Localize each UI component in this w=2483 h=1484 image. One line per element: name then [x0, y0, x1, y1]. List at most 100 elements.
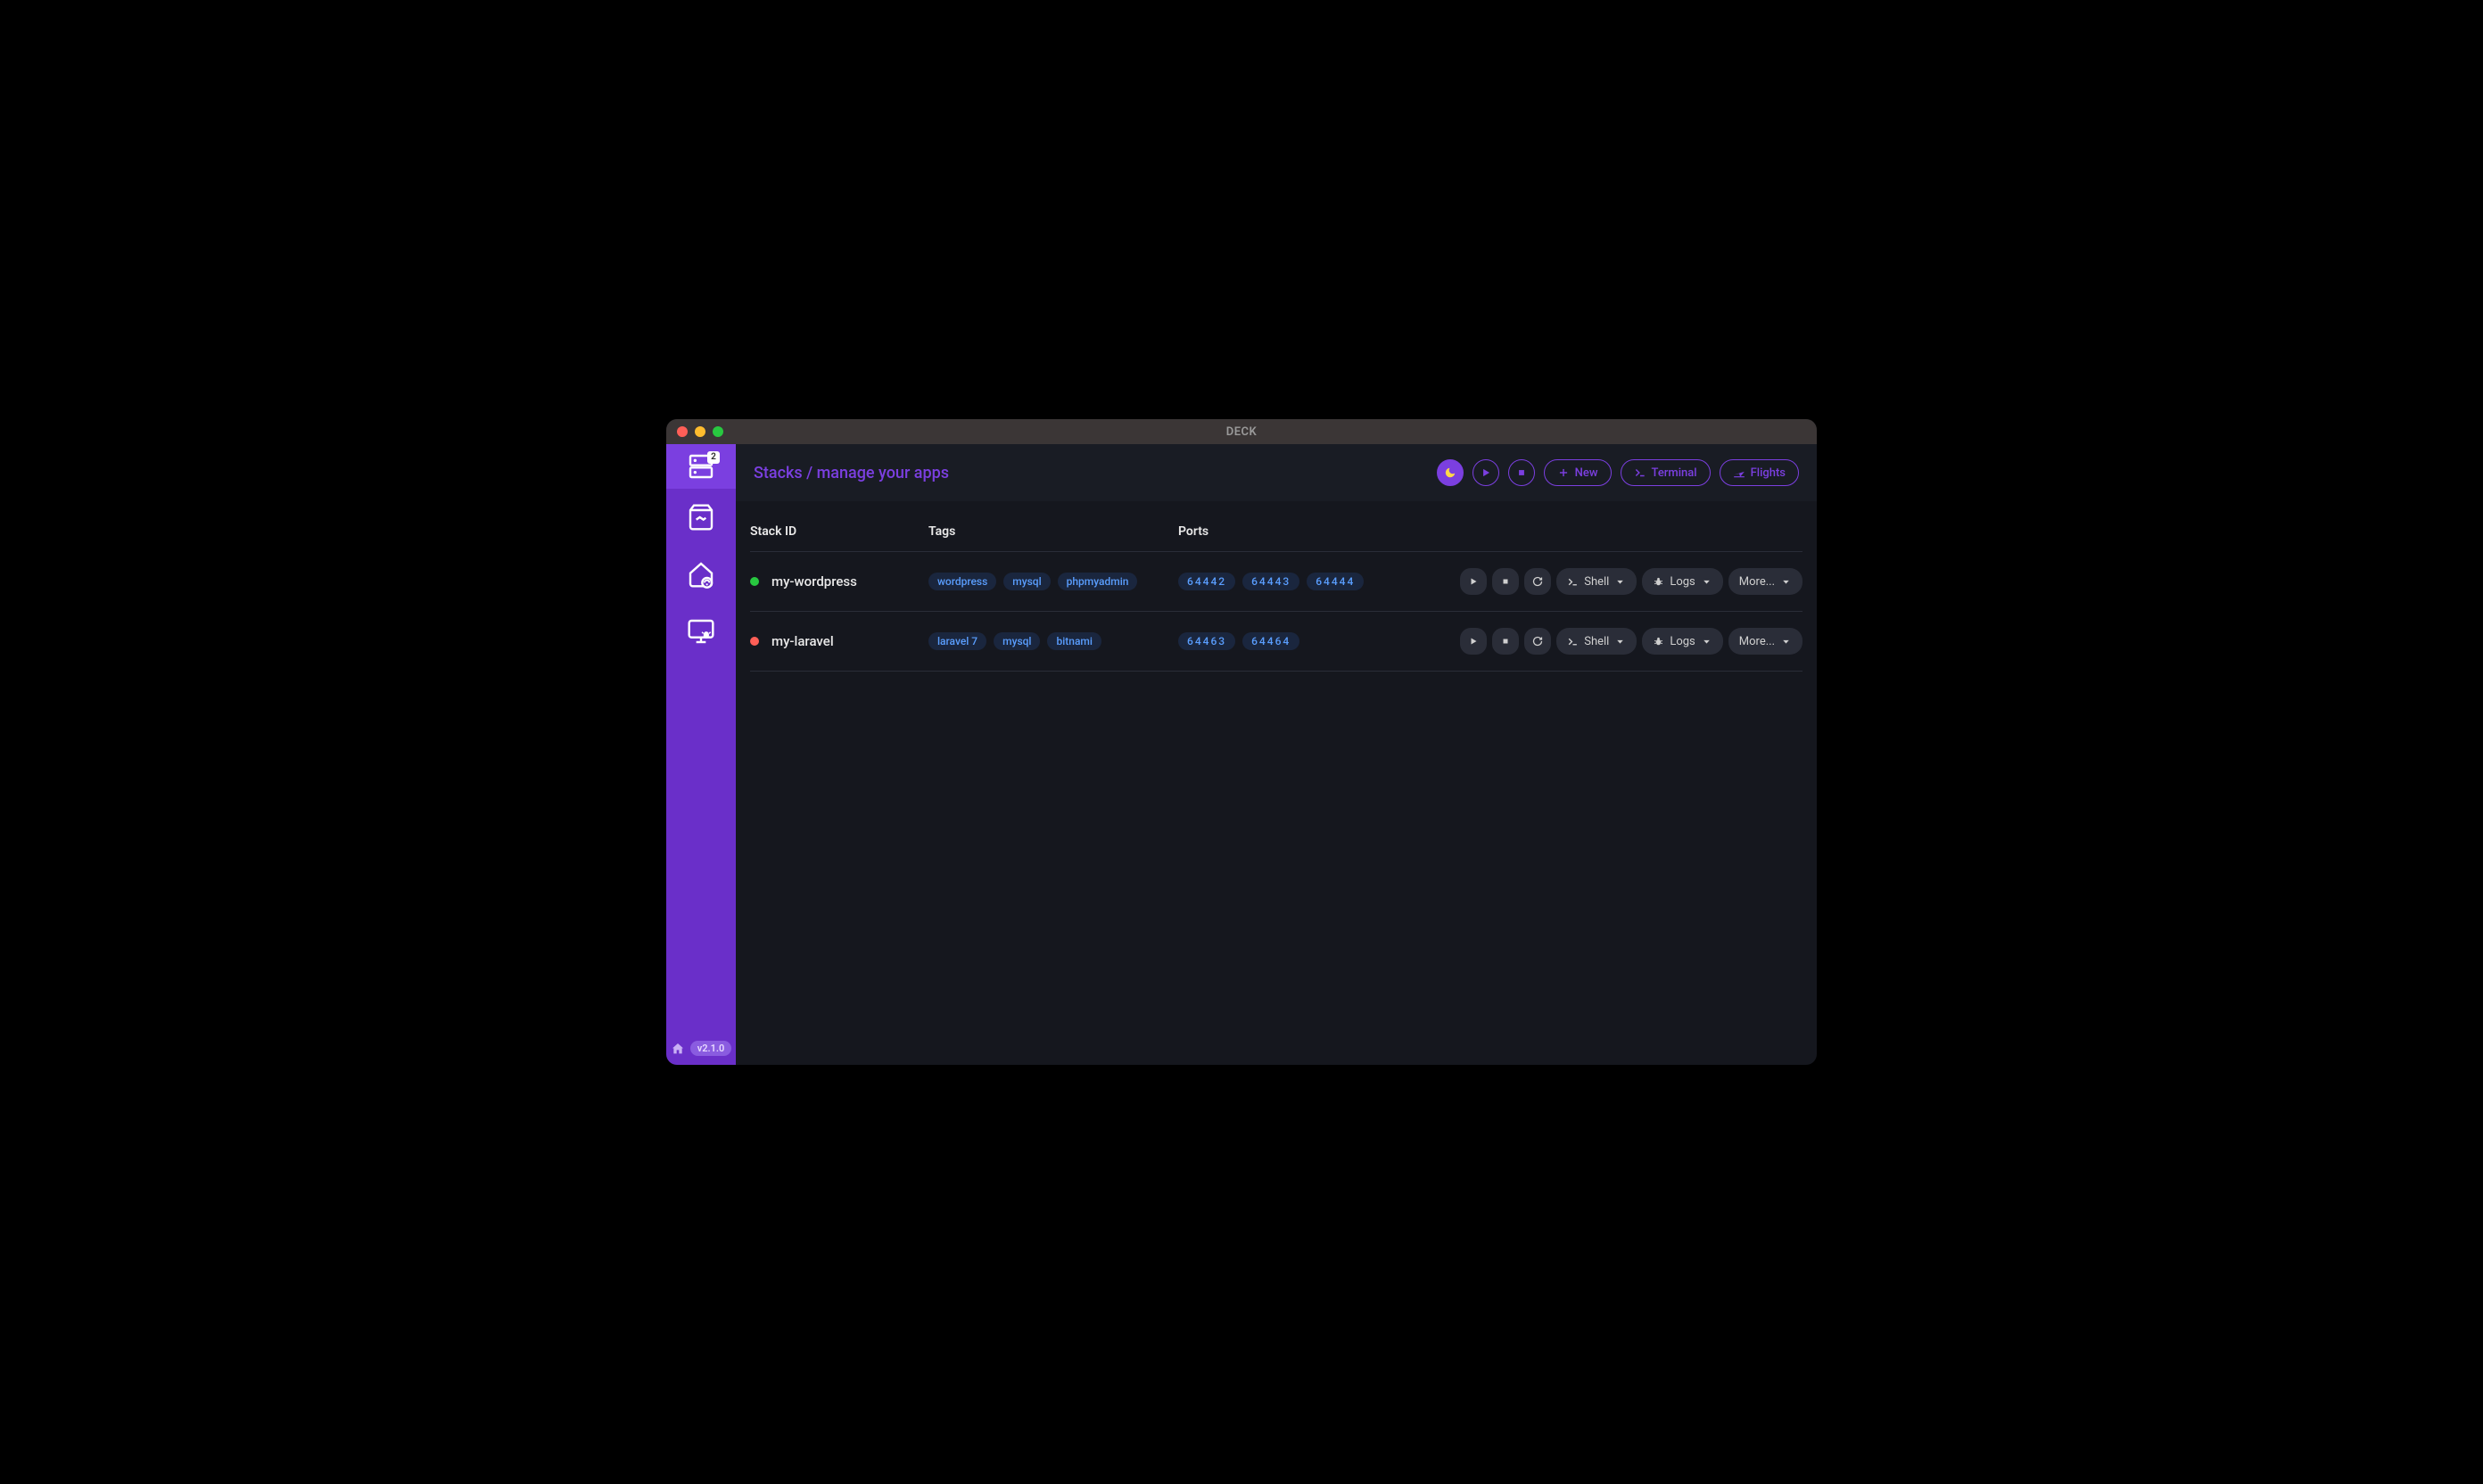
- play-icon: [1468, 636, 1479, 647]
- table-row: my-wordpress wordpress mysql phpmyadmin 6444…: [750, 552, 1802, 612]
- window-title: DECK: [1226, 425, 1258, 439]
- theme-toggle-button[interactable]: [1437, 459, 1464, 486]
- play-all-button[interactable]: [1472, 459, 1499, 486]
- sidebar-item-debug[interactable]: [666, 603, 736, 660]
- stacks-table: Stack ID Tags Ports my-wordpress wordpres…: [750, 512, 1802, 672]
- sidebar-item-local[interactable]: [666, 546, 736, 603]
- row-actions: Shell Logs More...: [1460, 628, 1802, 655]
- restart-button[interactable]: [1524, 568, 1551, 595]
- table-row: my-laravellaravel 7mysqlbitnami644636446…: [750, 612, 1802, 672]
- port-pill[interactable]: 64444: [1307, 573, 1364, 590]
- flights-icon: [1733, 466, 1745, 479]
- sidebar: 2: [666, 444, 736, 1065]
- chevron-down-icon: [1701, 576, 1712, 588]
- logs-dropdown[interactable]: Logs: [1642, 568, 1722, 595]
- sidebar-footer: v2.1.0: [666, 1032, 736, 1065]
- bug-icon: [1653, 636, 1664, 647]
- stop-icon: [1500, 576, 1511, 587]
- status-dot: [750, 577, 759, 586]
- titlebar: DECK: [666, 419, 1817, 444]
- breadcrumb: Stacks / manage your apps: [754, 464, 949, 482]
- tag-pill[interactable]: wordpress: [928, 573, 996, 590]
- column-tags: Tags: [928, 524, 1178, 539]
- tag-pill[interactable]: laravel 7: [928, 632, 986, 650]
- new-button-label: New: [1575, 466, 1598, 480]
- start-button[interactable]: [1460, 568, 1487, 595]
- shell-dropdown-label: Shell: [1584, 575, 1609, 589]
- terminal-icon: [1567, 576, 1579, 588]
- close-window-button[interactable]: [677, 426, 688, 437]
- chevron-down-icon: [1614, 576, 1626, 588]
- app-window: DECK 2: [666, 419, 1817, 1065]
- restart-button[interactable]: [1524, 628, 1551, 655]
- monitor-bug-icon: [687, 617, 715, 646]
- column-stack-id: Stack ID: [750, 524, 928, 539]
- port-pill[interactable]: 64463: [1178, 632, 1235, 650]
- stack-id-label[interactable]: my-laravel: [771, 633, 834, 649]
- start-button[interactable]: [1460, 628, 1487, 655]
- play-icon: [1480, 466, 1492, 479]
- logs-dropdown-label: Logs: [1670, 575, 1695, 589]
- shell-dropdown[interactable]: Shell: [1556, 628, 1637, 655]
- sidebar-item-stacks[interactable]: 2: [666, 444, 736, 489]
- header: Stacks / manage your apps: [736, 444, 1817, 501]
- port-pill[interactable]: 64443: [1242, 573, 1299, 590]
- app-body: 2: [666, 444, 1817, 1065]
- terminal-icon: [1634, 466, 1646, 479]
- tag-pill[interactable]: phpmyadmin: [1058, 573, 1138, 590]
- logs-dropdown[interactable]: Logs: [1642, 628, 1722, 655]
- refresh-icon: [1532, 636, 1543, 647]
- logs-dropdown-label: Logs: [1670, 635, 1695, 648]
- sidebar-item-marketplace[interactable]: [666, 489, 736, 546]
- stack-id-cell: my-laravel: [750, 633, 928, 649]
- play-icon: [1468, 576, 1479, 587]
- more-dropdown[interactable]: More...: [1728, 628, 1802, 655]
- row-actions: Shell Logs More...: [1460, 568, 1802, 595]
- main: Stacks / manage your apps: [736, 444, 1817, 1065]
- home-icon[interactable]: [671, 1042, 685, 1056]
- shell-dropdown-label: Shell: [1584, 635, 1609, 648]
- content: Stack ID Tags Ports my-wordpress wordpres…: [736, 501, 1817, 1065]
- moon-icon: [1444, 466, 1456, 479]
- header-actions: New Terminal Flights: [1437, 459, 1799, 486]
- port-pill[interactable]: 64442: [1178, 573, 1235, 590]
- status-dot: [750, 637, 759, 646]
- port-pill[interactable]: 64464: [1242, 632, 1299, 650]
- flights-button-label: Flights: [1751, 466, 1786, 480]
- chevron-down-icon: [1780, 636, 1792, 647]
- terminal-icon: [1567, 636, 1579, 647]
- tags-cell: laravel 7 mysql bitnami: [928, 632, 1178, 650]
- plus-icon: [1557, 466, 1570, 479]
- tag-pill[interactable]: mysql: [1003, 573, 1050, 590]
- version-badge: v2.1.0: [690, 1041, 732, 1056]
- ports-cell: 64442 64443 64444: [1178, 573, 1460, 590]
- stop-button[interactable]: [1492, 628, 1519, 655]
- stacks-count-badge: 2: [707, 451, 720, 464]
- stop-button[interactable]: [1492, 568, 1519, 595]
- ports-cell: 64463 64464: [1178, 632, 1460, 650]
- home-wifi-icon: [687, 560, 715, 589]
- stop-icon: [1500, 636, 1511, 647]
- more-dropdown-label: More...: [1739, 635, 1775, 648]
- stack-id-label[interactable]: my-wordpress: [771, 573, 857, 589]
- more-dropdown[interactable]: More...: [1728, 568, 1802, 595]
- tag-pill[interactable]: mysql: [994, 632, 1040, 650]
- stop-all-button[interactable]: [1508, 459, 1535, 486]
- tags-cell: wordpress mysql phpmyadmin: [928, 573, 1178, 590]
- minimize-window-button[interactable]: [695, 426, 705, 437]
- flights-button[interactable]: Flights: [1720, 459, 1799, 486]
- shell-dropdown[interactable]: Shell: [1556, 568, 1637, 595]
- maximize-window-button[interactable]: [713, 426, 723, 437]
- column-ports: Ports: [1178, 524, 1802, 539]
- table-header: Stack ID Tags Ports: [750, 512, 1802, 552]
- stack-id-cell: my-wordpress: [750, 573, 928, 589]
- chevron-down-icon: [1780, 576, 1792, 588]
- bug-icon: [1653, 576, 1664, 588]
- terminal-button-label: Terminal: [1652, 466, 1697, 480]
- terminal-button[interactable]: Terminal: [1621, 459, 1711, 486]
- refresh-icon: [1532, 576, 1543, 587]
- stop-icon: [1515, 466, 1528, 479]
- more-dropdown-label: More...: [1739, 575, 1775, 589]
- new-stack-button[interactable]: New: [1544, 459, 1612, 486]
- tag-pill[interactable]: bitnami: [1047, 632, 1101, 650]
